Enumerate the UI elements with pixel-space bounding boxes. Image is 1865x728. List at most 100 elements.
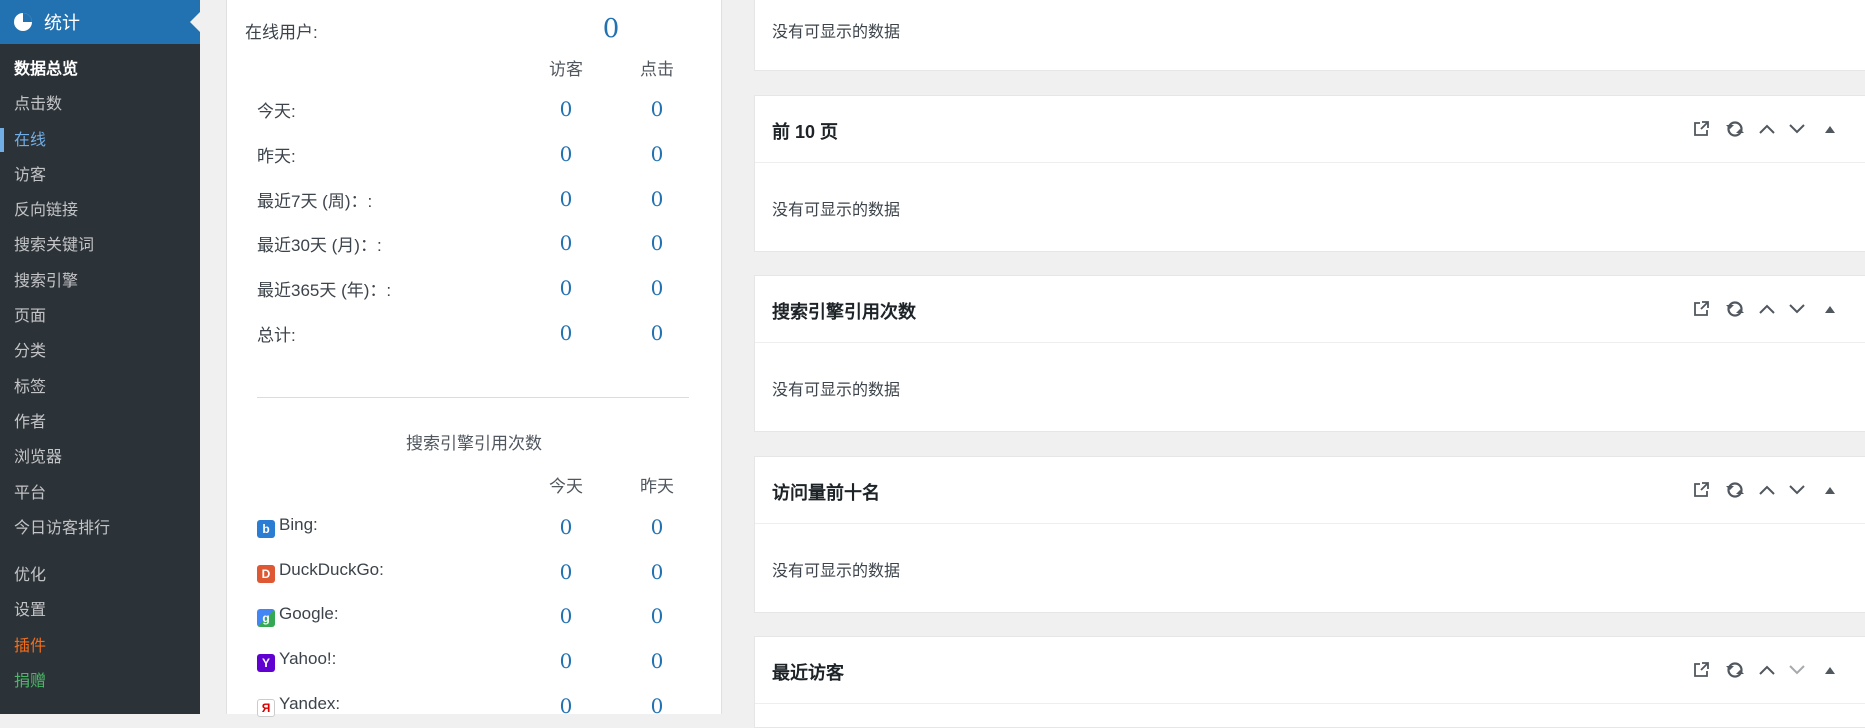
summary-row-label: 最近30天 (月)：:: [257, 236, 382, 255]
collapse-toggle-icon[interactable]: [1812, 655, 1848, 685]
summary-visitors-value[interactable]: 0: [536, 97, 596, 121]
collapse-toggle-icon[interactable]: [1812, 475, 1848, 505]
statistics-submenu: 数据总览 点击数 在线 访客 反向链接 搜索关键词 搜索引擎 页面 分类 标签 …: [0, 52, 200, 699]
collapse-toggle-icon[interactable]: [1812, 294, 1848, 324]
sidebar-item-search-engines[interactable]: 搜索引擎: [0, 264, 200, 299]
move-up-icon[interactable]: [1752, 114, 1782, 144]
widget-tools: [1684, 475, 1848, 505]
yesterday-column-header: 昨天: [640, 477, 674, 496]
engine-today-value[interactable]: 0: [536, 694, 596, 718]
engine-label-google: g Google:: [257, 604, 339, 627]
engine-today-value[interactable]: 0: [536, 604, 596, 628]
engine-today-value[interactable]: 0: [536, 515, 596, 539]
engine-yesterday-value[interactable]: 0: [627, 560, 687, 584]
empty-data-text: 没有可显示的数据: [772, 202, 901, 219]
sidebar-item-authors[interactable]: 作者: [0, 405, 200, 440]
empty-data-text: 没有可显示的数据: [772, 563, 901, 580]
yandex-icon: Я: [257, 699, 275, 717]
refresh-icon[interactable]: [1718, 114, 1752, 144]
widget-header[interactable]: 最近访客: [755, 637, 1865, 704]
widget-tools: [1684, 114, 1848, 144]
sidebar-item-platforms[interactable]: 平台: [0, 476, 200, 511]
duckduckgo-icon: D: [257, 565, 275, 583]
statistics-menu-header[interactable]: 统计: [0, 0, 200, 44]
move-up-icon[interactable]: [1752, 655, 1782, 685]
summary-visits-value[interactable]: 0: [627, 231, 687, 255]
refresh-icon[interactable]: [1718, 294, 1752, 324]
statistics-menu-title: 统计: [44, 13, 80, 33]
engine-yesterday-value[interactable]: 0: [627, 694, 687, 718]
widget-title: 最近访客: [772, 663, 844, 683]
external-link-icon[interactable]: [1684, 114, 1718, 144]
summary-visitors-value[interactable]: 0: [536, 276, 596, 300]
bing-icon: b: [257, 520, 275, 538]
sidebar-item-top-visitors-today[interactable]: 今日访客排行: [0, 511, 200, 546]
sidebar-item-referrers[interactable]: 反向链接: [0, 193, 200, 228]
engine-name: Google:: [279, 604, 339, 623]
summary-visits-value[interactable]: 0: [627, 276, 687, 300]
summary-visitors-value[interactable]: 0: [536, 187, 596, 211]
sidebar-item-visitors[interactable]: 访客: [0, 158, 200, 193]
summary-visitors-value[interactable]: 0: [536, 231, 596, 255]
widget-title: 前 10 页: [772, 122, 839, 142]
widget-box-previous: 没有可显示的数据: [754, 0, 1865, 71]
summary-visitors-value[interactable]: 0: [536, 321, 596, 345]
summary-panel: 在线用户: 0 访客 点击 今天: 0 0 昨天: 0 0 最近7天 (周)：:…: [226, 0, 722, 718]
move-down-icon[interactable]: [1782, 294, 1812, 324]
widget-recent-visitors: 最近访客: [754, 636, 1865, 728]
summary-visitors-value[interactable]: 0: [536, 142, 596, 166]
engine-today-value[interactable]: 0: [536, 560, 596, 584]
widget-title: 访问量前十名: [772, 483, 880, 503]
engine-name: DuckDuckGo:: [279, 560, 384, 579]
move-up-icon[interactable]: [1752, 475, 1782, 505]
sidebar-item-hits[interactable]: 点击数: [0, 87, 200, 122]
empty-data-text: 没有可显示的数据: [772, 24, 901, 41]
summary-row-label: 最近7天 (周)：:: [257, 192, 373, 211]
engine-label-yahoo: Y Yahoo!:: [257, 649, 336, 672]
summary-visits-value[interactable]: 0: [627, 187, 687, 211]
move-down-icon[interactable]: [1782, 475, 1812, 505]
sidebar-item-donate[interactable]: 捐赠: [0, 664, 200, 699]
sidebar-item-plugins[interactable]: 插件: [0, 629, 200, 664]
move-down-icon[interactable]: [1782, 114, 1812, 144]
summary-visits-value[interactable]: 0: [627, 321, 687, 345]
empty-data-text: 没有可显示的数据: [772, 382, 901, 399]
external-link-icon[interactable]: [1684, 655, 1718, 685]
sidebar-item-overview[interactable]: 数据总览: [0, 52, 200, 87]
summary-row-label: 总计:: [257, 326, 296, 345]
widget-header[interactable]: 前 10 页: [755, 96, 1865, 163]
widget-tools: [1684, 294, 1848, 324]
collapse-toggle-icon[interactable]: [1812, 114, 1848, 144]
sidebar-item-online[interactable]: 在线: [0, 123, 200, 158]
external-link-icon[interactable]: [1684, 475, 1718, 505]
sidebar-item-search-words[interactable]: 搜索关键词: [0, 228, 200, 263]
sidebar-item-browsers[interactable]: 浏览器: [0, 440, 200, 475]
widget-header[interactable]: 搜索引擎引用次数: [755, 276, 1865, 343]
engine-yesterday-value[interactable]: 0: [627, 604, 687, 628]
refresh-icon[interactable]: [1718, 475, 1752, 505]
visitors-column-header: 访客: [549, 60, 583, 79]
refresh-icon[interactable]: [1718, 655, 1752, 685]
widget-header[interactable]: 访问量前十名: [755, 457, 1865, 524]
engine-yesterday-value[interactable]: 0: [627, 515, 687, 539]
sidebar-item-tags[interactable]: 标签: [0, 370, 200, 405]
engine-today-value[interactable]: 0: [536, 649, 596, 673]
move-down-icon[interactable]: [1782, 655, 1812, 685]
sidebar-item-categories[interactable]: 分类: [0, 334, 200, 369]
google-icon: g: [257, 609, 275, 627]
section-divider: [257, 397, 689, 398]
engine-label-bing: b Bing:: [257, 515, 318, 538]
current-menu-arrow: [190, 12, 200, 32]
sidebar-item-pages[interactable]: 页面: [0, 299, 200, 334]
online-users-label: 在线用户:: [245, 23, 318, 42]
summary-visits-value[interactable]: 0: [627, 142, 687, 166]
move-up-icon[interactable]: [1752, 294, 1782, 324]
external-link-icon[interactable]: [1684, 294, 1718, 324]
visits-column-header: 点击: [640, 60, 674, 79]
admin-sidebar: 统计 数据总览 点击数 在线 访客 反向链接 搜索关键词 搜索引擎 页面 分类 …: [0, 0, 200, 714]
engine-yesterday-value[interactable]: 0: [627, 649, 687, 673]
sidebar-item-optimization[interactable]: 优化: [0, 558, 200, 593]
online-users-value[interactable]: 0: [581, 14, 641, 44]
sidebar-item-settings[interactable]: 设置: [0, 593, 200, 628]
summary-visits-value[interactable]: 0: [627, 97, 687, 121]
